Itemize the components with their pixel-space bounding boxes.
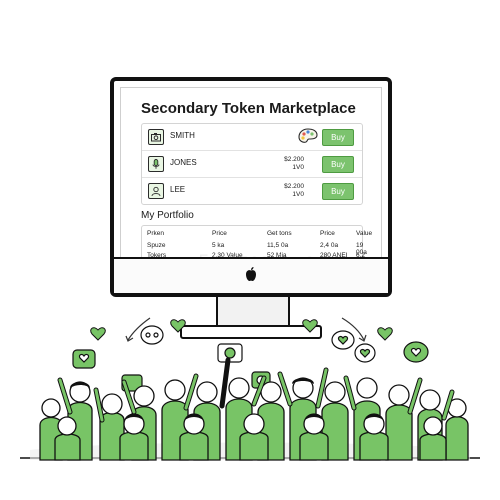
column-header: Get tons [267, 230, 292, 237]
column-header: Price [212, 230, 227, 237]
palette-icon [298, 128, 318, 143]
token-list: SMITH Buy JONES $2.200 1V0 Buy LEE $2.20… [141, 123, 363, 205]
token-row-smith: SMITH Buy [142, 124, 362, 151]
crowd-illustration [20, 317, 480, 461]
table-cell: 5 ka [212, 242, 225, 249]
portrait-icon [148, 183, 164, 199]
chat-bubble-icon [140, 325, 164, 345]
token-name: JONES [170, 158, 197, 167]
page-title: Secondary Token Marketplace [141, 100, 356, 117]
table-header: Prken Price Get tons Price Value [142, 230, 372, 240]
portfolio-title: My Portfolio [141, 210, 194, 221]
buy-button[interactable]: Buy [322, 129, 354, 146]
column-header: Prken [147, 230, 164, 237]
column-header: Price [320, 230, 335, 237]
token-row-jones: JONES $2.200 1V0 Buy [142, 151, 362, 178]
monitor: Secondary Token Marketplace SMITH Buy JO… [110, 77, 392, 297]
token-name: LEE [170, 185, 186, 194]
table-cell: 2,4 0a [320, 242, 339, 249]
apple-logo-icon [246, 267, 256, 281]
token-row-lee: LEE $2.200 1V0 Buy [142, 178, 362, 204]
table-cell: Spuze [147, 242, 166, 249]
table-cell: 11,5 0a [267, 242, 289, 249]
scene: Secondary Token Marketplace SMITH Buy JO… [0, 0, 500, 500]
microphone-icon [148, 156, 164, 172]
buy-button[interactable]: Buy [322, 183, 354, 200]
marketplace-screen: Secondary Token Marketplace SMITH Buy JO… [120, 87, 382, 260]
camera-icon [148, 129, 164, 145]
token-price: $2.200 1V0 [284, 156, 304, 171]
token-name: SMITH [170, 131, 195, 140]
column-header: Value [356, 230, 373, 237]
buy-button[interactable]: Buy [322, 156, 354, 173]
token-price: $2.200 1V0 [284, 183, 304, 198]
monitor-chin [114, 257, 388, 293]
